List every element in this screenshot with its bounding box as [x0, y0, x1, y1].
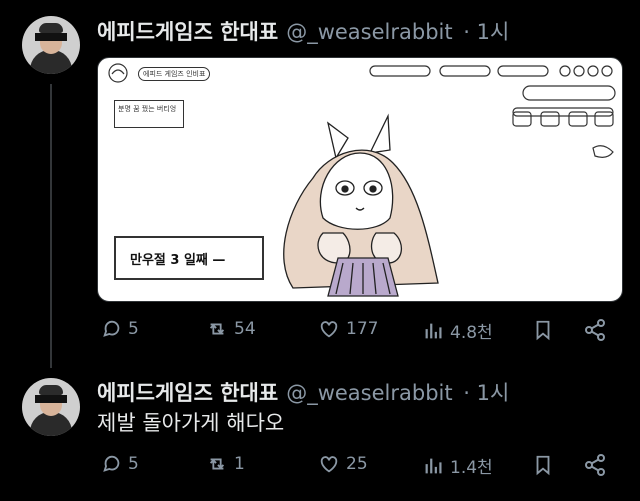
- like-count: 177: [346, 319, 379, 339]
- reply-icon: [103, 455, 120, 472]
- timestamp[interactable]: · 1시: [463, 381, 509, 405]
- reply-count: 5: [128, 319, 139, 339]
- thread-line: [50, 84, 52, 368]
- bookmark-button[interactable]: [532, 318, 559, 342]
- author-name[interactable]: 에피드게임즈 한대표: [97, 381, 278, 405]
- views-button[interactable]: 4.8천: [423, 318, 493, 343]
- share-icon: [585, 454, 605, 476]
- author-handle[interactable]: @_weaselrabbit: [286, 20, 452, 44]
- author-handle[interactable]: @_weaselrabbit: [286, 381, 452, 405]
- views-icon: [425, 458, 442, 473]
- reply-button[interactable]: 5: [101, 453, 139, 475]
- comic-label-top: 에피드 게임즈 인비표: [138, 67, 211, 81]
- retweet-icon: [209, 323, 225, 335]
- avatar[interactable]: [22, 16, 80, 74]
- reply-icon: [103, 320, 120, 337]
- author-name[interactable]: 에피드게임즈 한대표: [97, 20, 278, 44]
- view-count: 4.8천: [450, 323, 493, 343]
- retweet-count: 1: [234, 454, 245, 474]
- like-count: 25: [346, 454, 368, 474]
- share-button[interactable]: [583, 453, 612, 477]
- like-button[interactable]: 25: [317, 453, 368, 475]
- bookmark-icon: [536, 320, 550, 341]
- share-icon: [585, 319, 605, 341]
- retweet-icon: [209, 458, 225, 470]
- view-count: 1.4천: [450, 458, 493, 478]
- tweet-header: 에피드게임즈 한대표 @_weaselrabbit · 1시: [97, 16, 509, 46]
- retweet-count: 54: [234, 319, 256, 339]
- timestamp[interactable]: · 1시: [463, 20, 509, 44]
- reply-button[interactable]: 5: [101, 318, 139, 340]
- tweet-header: 에피드게임즈 한대표 @_weaselrabbit · 1시: [97, 377, 509, 407]
- views-button[interactable]: 1.4천: [423, 453, 493, 478]
- tweet-actions: 5 54 177 4.8천: [97, 318, 617, 348]
- tweet-media-image[interactable]: 에피드 게임즈 인비표 분명 꿈 꿨는 버티엉 만우절 3 일째 —: [97, 57, 623, 302]
- bookmark-icon: [536, 455, 550, 476]
- comic-label-left: 분명 꿈 꿨는 버티엉: [114, 100, 184, 128]
- tweet-text: 제발 돌아가게 해다오: [97, 411, 285, 435]
- like-button[interactable]: 177: [317, 318, 378, 340]
- views-icon: [425, 323, 442, 338]
- tweet-actions: 5 1 25 1.4천: [97, 453, 617, 483]
- retweet-button[interactable]: 1: [205, 453, 245, 475]
- reply-count: 5: [128, 454, 139, 474]
- share-button[interactable]: [583, 318, 612, 342]
- like-icon: [320, 321, 338, 338]
- retweet-button[interactable]: 54: [205, 318, 256, 340]
- avatar[interactable]: [22, 378, 80, 436]
- bookmark-button[interactable]: [532, 453, 559, 477]
- comic-caption: 만우절 3 일째 —: [114, 236, 264, 280]
- like-icon: [320, 456, 338, 473]
